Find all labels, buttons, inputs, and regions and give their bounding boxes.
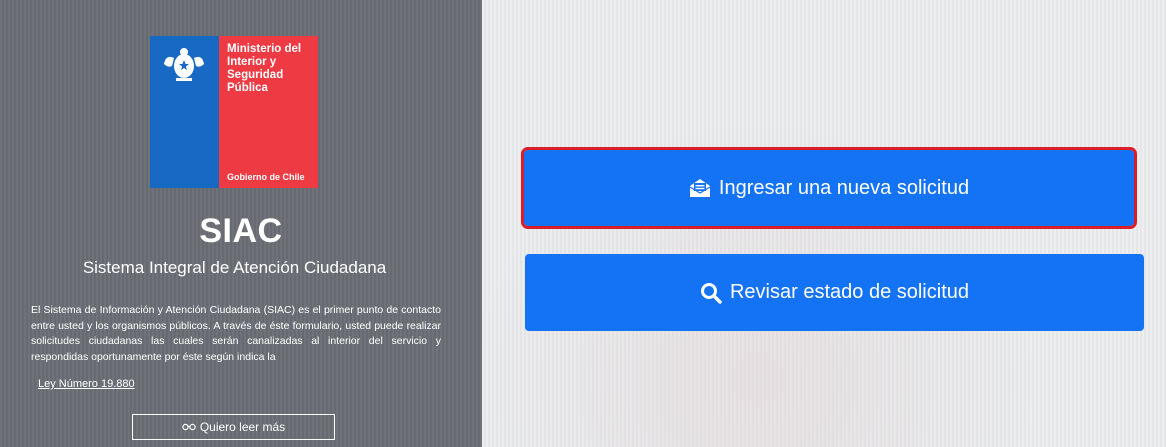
logo-blue-band (150, 36, 219, 188)
law-link[interactable]: Ley Número 19.880 (38, 378, 135, 390)
government-label: Gobierno de Chile (227, 172, 305, 182)
page-subtitle: Sistema Integral de Atención Ciudadana (82, 258, 387, 277)
actions-panel: Ingresar una nueva solicitud Revisar est… (482, 0, 1166, 447)
envelope-open-icon (689, 178, 711, 198)
info-panel: Ministerio del Interior y Seguridad Públ… (0, 0, 482, 447)
read-more-label: Quiero leer más (199, 420, 286, 434)
check-status-label: Revisar estado de solicitud (729, 281, 969, 303)
coat-of-arms-icon (158, 42, 210, 86)
search-icon (700, 282, 722, 304)
glasses-icon (182, 420, 196, 434)
new-request-button[interactable]: Ingresar una nueva solicitud (521, 147, 1137, 229)
ministry-logo: Ministerio del Interior y Seguridad Públ… (150, 36, 318, 188)
page-title: SIAC (199, 212, 283, 250)
description-text: El Sistema de Información y Atención Ciu… (31, 304, 441, 363)
logo-red-band: Ministerio del Interior y Seguridad Públ… (219, 36, 318, 188)
check-status-button[interactable]: Revisar estado de solicitud (525, 254, 1144, 331)
new-request-label: Ingresar una nueva solicitud (718, 176, 970, 199)
ministry-name: Ministerio del Interior y Seguridad Públ… (227, 43, 302, 94)
read-more-button[interactable]: Quiero leer más (132, 414, 335, 440)
